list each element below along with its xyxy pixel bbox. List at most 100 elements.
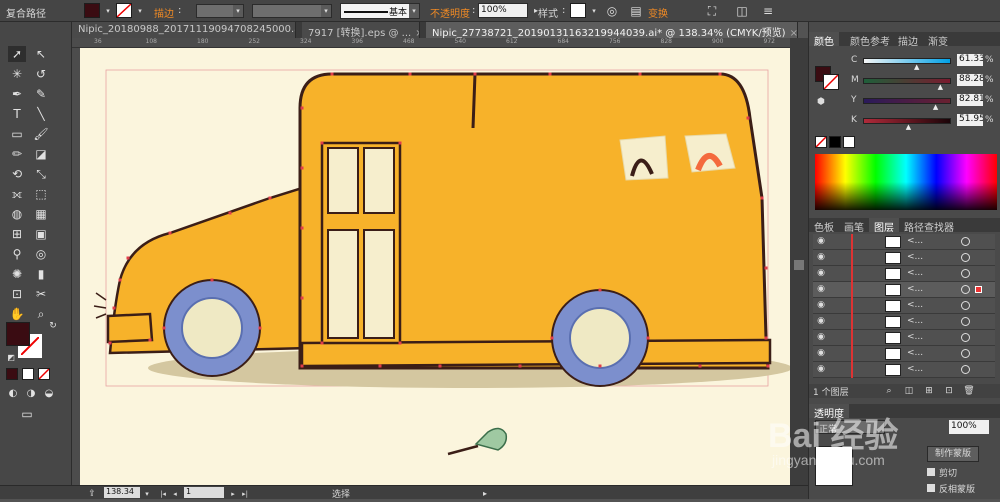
anchor-point[interactable] (118, 278, 122, 282)
transform-label[interactable]: 变换 (648, 5, 668, 20)
anchor-point[interactable] (764, 336, 768, 340)
eye-icon[interactable]: ◉ (815, 268, 827, 280)
mesh-tool-icon[interactable]: ⊞ (8, 226, 26, 242)
eye-icon[interactable]: ◉ (815, 348, 827, 360)
black-bar[interactable]: ▲ (863, 118, 951, 131)
delete-layer-icon[interactable]: 🗑 (961, 383, 977, 399)
type-tool-icon[interactable]: T (8, 106, 26, 122)
tab-color-guide[interactable]: 颜色参考 (845, 32, 895, 48)
stroke-label[interactable]: 描边 (154, 5, 174, 20)
selection-tool-icon[interactable]: ➚ (8, 46, 26, 62)
layer-row[interactable]: ◉ <... (813, 314, 995, 330)
align-icon[interactable]: ▤ (628, 3, 644, 19)
anchor-point[interactable] (330, 72, 334, 76)
layer-row[interactable]: ◉ <... (813, 330, 995, 346)
anchor-point[interactable] (112, 306, 116, 310)
anchor-point[interactable] (598, 288, 602, 292)
close-icon[interactable]: × (790, 28, 797, 38)
anchor-point[interactable] (550, 336, 554, 340)
scroll-thumb[interactable] (794, 260, 804, 270)
cyan-bar[interactable]: ▲ (863, 58, 951, 71)
anchor-point[interactable] (320, 341, 324, 345)
tab-gradient[interactable]: 渐变 (923, 32, 953, 48)
anchor-point[interactable] (320, 141, 324, 145)
anchor-point[interactable] (473, 72, 477, 76)
yellow-bar[interactable]: ▲ (863, 98, 951, 111)
scale-tool-icon[interactable]: ⤡ (32, 166, 50, 182)
anchor-point[interactable] (718, 72, 722, 76)
anchor-point[interactable] (378, 364, 382, 368)
black-swatch[interactable] (829, 136, 841, 148)
gradient-mode-button[interactable] (22, 368, 34, 380)
layer-row[interactable]: ◉ <... (813, 234, 995, 250)
eyedropper-tool-icon[interactable]: ⚲ (8, 246, 26, 262)
zoom-dropdown-icon[interactable]: ▾ (142, 486, 152, 498)
lasso-tool-icon[interactable]: ↺ (32, 66, 50, 82)
anchor-point[interactable] (168, 231, 172, 235)
anchor-point[interactable] (126, 256, 130, 260)
yellow-slider[interactable]: Y ▲ 82.81 % (813, 94, 999, 111)
eraser-tool-icon[interactable]: ◪ (32, 146, 50, 162)
eye-icon[interactable]: ◉ (815, 332, 827, 344)
blend-tool-icon[interactable]: ◎ (32, 246, 50, 262)
width-tool-icon[interactable]: ⟗ (8, 186, 26, 202)
cyan-slider[interactable]: C ▲ 61.33 % (813, 54, 999, 71)
black-thumb[interactable]: ▲ (906, 123, 911, 131)
pencil-tool-icon[interactable]: ✏ (8, 146, 26, 162)
direct-selection-tool-icon[interactable]: ↖ (32, 46, 50, 62)
symbol-sprayer-tool-icon[interactable]: ✺ (8, 266, 26, 282)
new-sublayer-icon[interactable]: ⊞ (921, 383, 937, 399)
line-tool-icon[interactable]: ╲ (32, 106, 50, 122)
color-mode-button[interactable] (6, 368, 18, 380)
anchor-point[interactable] (646, 336, 650, 340)
anchor-point[interactable] (408, 72, 412, 76)
artboard-field[interactable]: 1 (184, 487, 224, 498)
eye-icon[interactable]: ◉ (815, 236, 827, 248)
new-layer-icon[interactable]: ⊡ (941, 383, 957, 399)
artboard-tool-icon[interactable]: ⊡ (8, 286, 26, 302)
black-value[interactable]: 51.95 (957, 114, 983, 126)
paintbrush-tool-icon[interactable]: 🖌 (32, 126, 50, 142)
target-icon[interactable] (961, 317, 970, 326)
anchor-point[interactable] (300, 106, 304, 110)
slice-tool-icon[interactable]: ✂ (32, 286, 50, 302)
anchor-point[interactable] (746, 116, 750, 120)
anchor-point[interactable] (766, 364, 770, 368)
anchor-point[interactable] (598, 364, 602, 368)
stroke-color-swatch[interactable] (116, 3, 132, 18)
anchor-point[interactable] (162, 326, 166, 330)
style-swatch[interactable] (570, 3, 586, 18)
fill-color-box[interactable] (6, 322, 30, 346)
target-icon[interactable] (961, 237, 970, 246)
anchor-point[interactable] (268, 196, 272, 200)
eye-icon[interactable]: ◉ (815, 300, 827, 312)
tab-color[interactable]: 颜色 (809, 32, 839, 48)
draw-behind-icon[interactable]: ◑ (22, 386, 40, 402)
curvature-tool-icon[interactable]: ✎ (32, 86, 50, 102)
clip-group-icon[interactable]: ◫ (734, 3, 750, 19)
anchor-point[interactable] (518, 364, 522, 368)
layer-row[interactable]: ◉ <... (813, 266, 995, 282)
layer-row[interactable]: ◉ <... (813, 282, 995, 298)
swap-fill-stroke-icon[interactable]: ↻ (44, 318, 62, 334)
eye-icon[interactable]: ◉ (815, 316, 827, 328)
style-dropdown-icon[interactable]: ▾ (586, 3, 602, 19)
artboard-canvas[interactable] (80, 48, 790, 485)
gradient-tool-icon[interactable]: ▣ (32, 226, 50, 242)
rotate-tool-icon[interactable]: ⟲ (8, 166, 26, 182)
draw-inside-icon[interactable]: ◒ (40, 386, 58, 402)
free-transform-tool-icon[interactable]: ⬚ (32, 186, 50, 202)
opacity-label[interactable]: 不透明度 (430, 5, 470, 20)
brush-dropdown[interactable]: 基本 ▾ (340, 3, 420, 19)
target-icon[interactable] (961, 301, 970, 310)
tab-swatches[interactable]: 色板 (809, 218, 839, 234)
anchor-point[interactable] (258, 326, 262, 330)
magenta-thumb[interactable]: ▲ (938, 83, 943, 91)
magenta-bar[interactable]: ▲ (863, 78, 951, 91)
next-artboard-icon[interactable]: ▸ (228, 486, 238, 498)
hand-tool-icon[interactable]: ✋ (8, 306, 26, 322)
anchor-point[interactable] (398, 141, 402, 145)
zoom-field[interactable]: 138.34 (104, 487, 140, 498)
layer-row[interactable]: ◉ <... (813, 250, 995, 266)
doc-tab-1[interactable]: Nipic_20180988_20171119094708245000.ai*× (72, 22, 296, 38)
